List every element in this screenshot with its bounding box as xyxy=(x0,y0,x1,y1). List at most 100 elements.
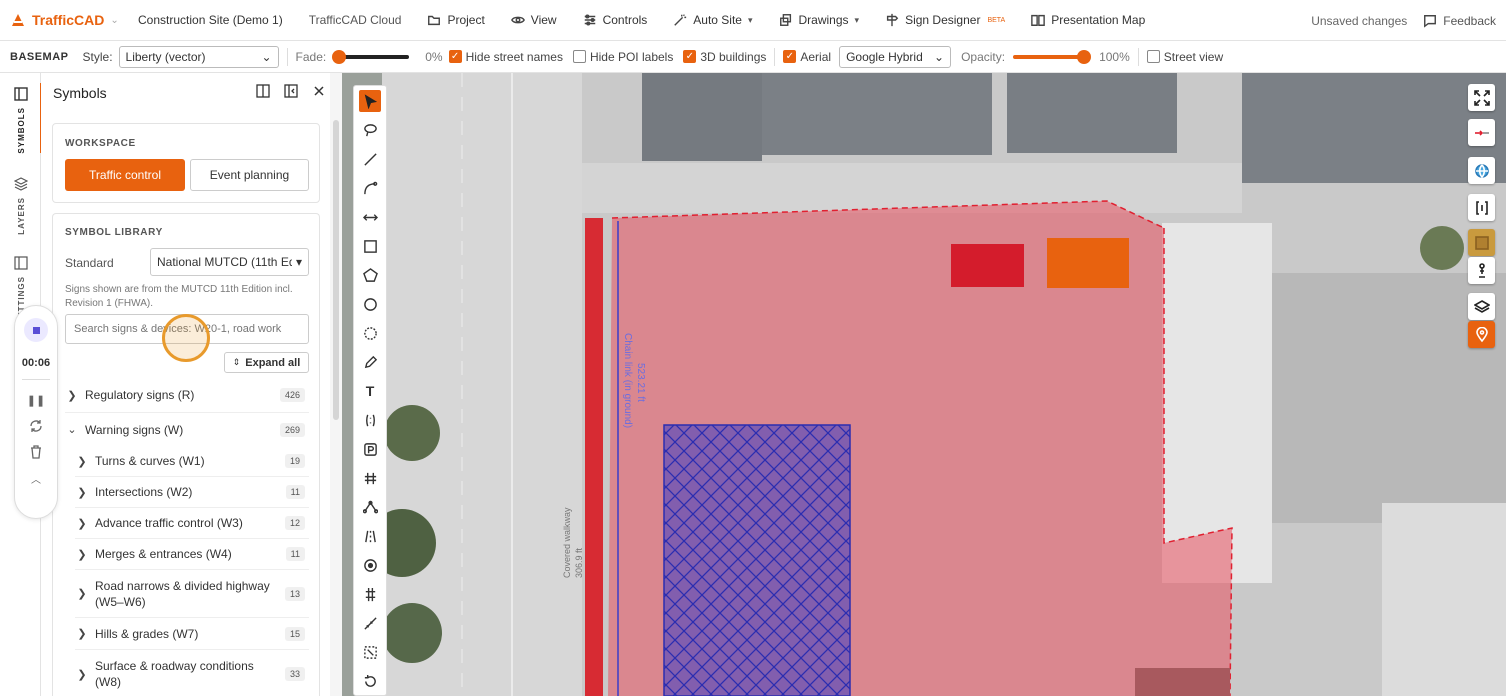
text-tool[interactable]: T xyxy=(359,380,381,402)
checkbox-checked-icon[interactable]: ✓ xyxy=(783,50,797,63)
panel-scrollbar-thumb[interactable] xyxy=(333,120,339,420)
hide-street-names-toggle[interactable]: ✓ Hide street names xyxy=(448,49,563,64)
chevron-up-icon[interactable]: ︿ xyxy=(31,471,41,486)
menu-view[interactable]: View xyxy=(510,13,557,27)
bracket-button[interactable] xyxy=(1468,194,1495,221)
buildings-3d-label: 3D buildings xyxy=(700,49,767,64)
rail-tab-symbols[interactable]: SYMBOLS xyxy=(11,87,31,154)
rectangle-tool[interactable] xyxy=(359,235,381,257)
subcategory-row[interactable]: ❯ Surface & roadway conditions (W8) 33 xyxy=(75,650,309,696)
expand-all-button[interactable]: ⇕ Expand all xyxy=(224,352,309,373)
dashed-square-icon xyxy=(363,645,377,659)
subcategory-row[interactable]: ❯ Hills & grades (W7) 15 xyxy=(75,618,309,650)
subcategory-row[interactable]: ❯ Turns & curves (W1) 19 xyxy=(75,446,309,477)
select-tool[interactable] xyxy=(359,90,381,112)
subcategory-label: Advance traffic control (W3) xyxy=(95,516,243,530)
aerial-toggle[interactable]: ✓ Aerial xyxy=(783,50,831,64)
crosswalk-tool[interactable] xyxy=(359,467,381,489)
pause-icon[interactable]: ❚❚ xyxy=(27,394,45,407)
aerial-source-select[interactable]: Google Hybrid ⌄ xyxy=(839,45,952,68)
close-icon[interactable] xyxy=(312,84,326,98)
style-select[interactable]: Liberty (vector) ⌄ xyxy=(118,45,279,68)
hide-street-names-label: Hide street names xyxy=(465,49,563,64)
line-icon xyxy=(363,152,377,166)
buildings-3d-toggle[interactable]: ✓ 3D buildings xyxy=(683,50,766,64)
hide-poi-labels-toggle[interactable]: Hide POI labels xyxy=(572,50,673,64)
locate-button[interactable] xyxy=(1468,321,1495,348)
subcategory-row[interactable]: ❯ Road narrows & divided highway (W5–W6)… xyxy=(75,570,309,618)
circle-tool[interactable] xyxy=(359,293,381,315)
menu-sign-designer-label: Sign Designer xyxy=(905,13,981,27)
fade-slider-knob[interactable] xyxy=(332,49,347,64)
collapse-panel-icon[interactable] xyxy=(284,84,298,98)
street-view-button[interactable] xyxy=(1468,257,1495,284)
polygon-tool[interactable] xyxy=(359,264,381,286)
trash-icon[interactable] xyxy=(29,445,43,459)
menu-presentation-map[interactable]: Presentation Map xyxy=(1031,13,1145,27)
workspace-traffic-control-button[interactable]: Traffic control xyxy=(65,159,185,191)
measure-tool[interactable] xyxy=(359,206,381,228)
panel-header: Symbols xyxy=(41,73,348,113)
rotate-tool[interactable] xyxy=(359,670,381,692)
menu-project[interactable]: Project xyxy=(427,13,485,27)
dimension-tool[interactable] xyxy=(359,612,381,634)
globe-button[interactable] xyxy=(1468,157,1495,184)
pencil-tool[interactable] xyxy=(359,351,381,373)
aerial-source-value: Google Hybrid xyxy=(846,49,923,64)
satellite-layer-button[interactable] xyxy=(1468,229,1495,256)
rail-tab-layers[interactable]: LAYERS xyxy=(11,177,31,235)
path-tool[interactable] xyxy=(359,409,381,431)
street-view-toggle[interactable]: Street view xyxy=(1146,50,1223,64)
recording-timer: 00:06 xyxy=(21,357,51,369)
subcategory-label: Road narrows & divided highway (W5–W6) xyxy=(95,578,270,609)
compass-button[interactable] xyxy=(1468,119,1495,146)
split-view-icon[interactable] xyxy=(256,84,270,98)
category-warning[interactable]: ⌄ Warning signs (W) 269 xyxy=(65,413,309,446)
opacity-slider[interactable] xyxy=(1013,49,1092,64)
subcategory-row[interactable]: ❯ Merges & entrances (W4) 11 xyxy=(75,539,309,570)
map-canvas[interactable]: Chain link (in ground) 523.21 ft Covered… xyxy=(342,73,1506,696)
menu-controls[interactable]: Controls xyxy=(583,13,647,27)
menu-auto-site[interactable]: Auto Site ▾ xyxy=(673,13,753,27)
opacity-slider-knob[interactable] xyxy=(1077,49,1092,64)
menu-drawings[interactable]: Drawings ▾ xyxy=(779,13,859,27)
checkbox-icon[interactable] xyxy=(1146,50,1160,63)
stop-record-button[interactable] xyxy=(24,318,48,342)
node-tool[interactable] xyxy=(359,496,381,518)
parking-tool[interactable] xyxy=(359,438,381,460)
project-name[interactable]: Construction Site (Demo 1) xyxy=(138,13,283,27)
chevron-right-icon: ❯ xyxy=(67,389,77,402)
cloud-link[interactable]: TrafficCAD Cloud xyxy=(309,13,402,27)
category-regulatory[interactable]: ❯ Regulatory signs (R) 426 xyxy=(65,378,309,413)
traffic-cone-icon xyxy=(12,14,24,26)
arc-tool[interactable] xyxy=(359,177,381,199)
app-logo[interactable]: TrafficCAD ⌄ xyxy=(0,12,138,28)
checkbox-checked-icon[interactable]: ✓ xyxy=(683,50,697,63)
rail-tool[interactable] xyxy=(359,583,381,605)
area-select-tool[interactable] xyxy=(359,641,381,663)
subcategory-row[interactable]: ❯ Advance traffic control (W3) 12 xyxy=(75,508,309,539)
lane-tool[interactable] xyxy=(359,525,381,547)
feedback-button[interactable]: Feedback xyxy=(1423,14,1496,28)
hash-icon xyxy=(364,472,376,484)
layers-stack-icon xyxy=(779,14,791,26)
standard-select[interactable]: National MUTCD (11th Edi ▾ xyxy=(150,248,309,276)
dashed-circle-tool[interactable] xyxy=(359,322,381,344)
fullscreen-button[interactable] xyxy=(1468,84,1495,111)
save-status: Unsaved changes xyxy=(1311,13,1408,28)
fade-slider[interactable] xyxy=(332,49,410,64)
line-tool[interactable] xyxy=(359,148,381,170)
layers-button[interactable] xyxy=(1468,293,1495,320)
lasso-tool[interactable] xyxy=(359,119,381,141)
ruler-pen-icon xyxy=(363,616,377,630)
checkbox-checked-icon[interactable]: ✓ xyxy=(448,50,462,63)
workspace-event-planning-button[interactable]: Event planning xyxy=(190,159,309,191)
checkbox-icon[interactable] xyxy=(572,50,586,63)
target-tool[interactable] xyxy=(359,554,381,576)
restart-icon[interactable] xyxy=(29,419,43,433)
chevron-right-icon: ❯ xyxy=(77,588,87,600)
menu-sign-designer[interactable]: Sign Designer BETA xyxy=(885,13,1005,27)
chevron-right-icon: ❯ xyxy=(77,455,87,468)
fence-label: Chain link (in ground) xyxy=(622,333,633,428)
subcategory-row[interactable]: ❯ Intersections (W2) 11 xyxy=(75,477,309,508)
